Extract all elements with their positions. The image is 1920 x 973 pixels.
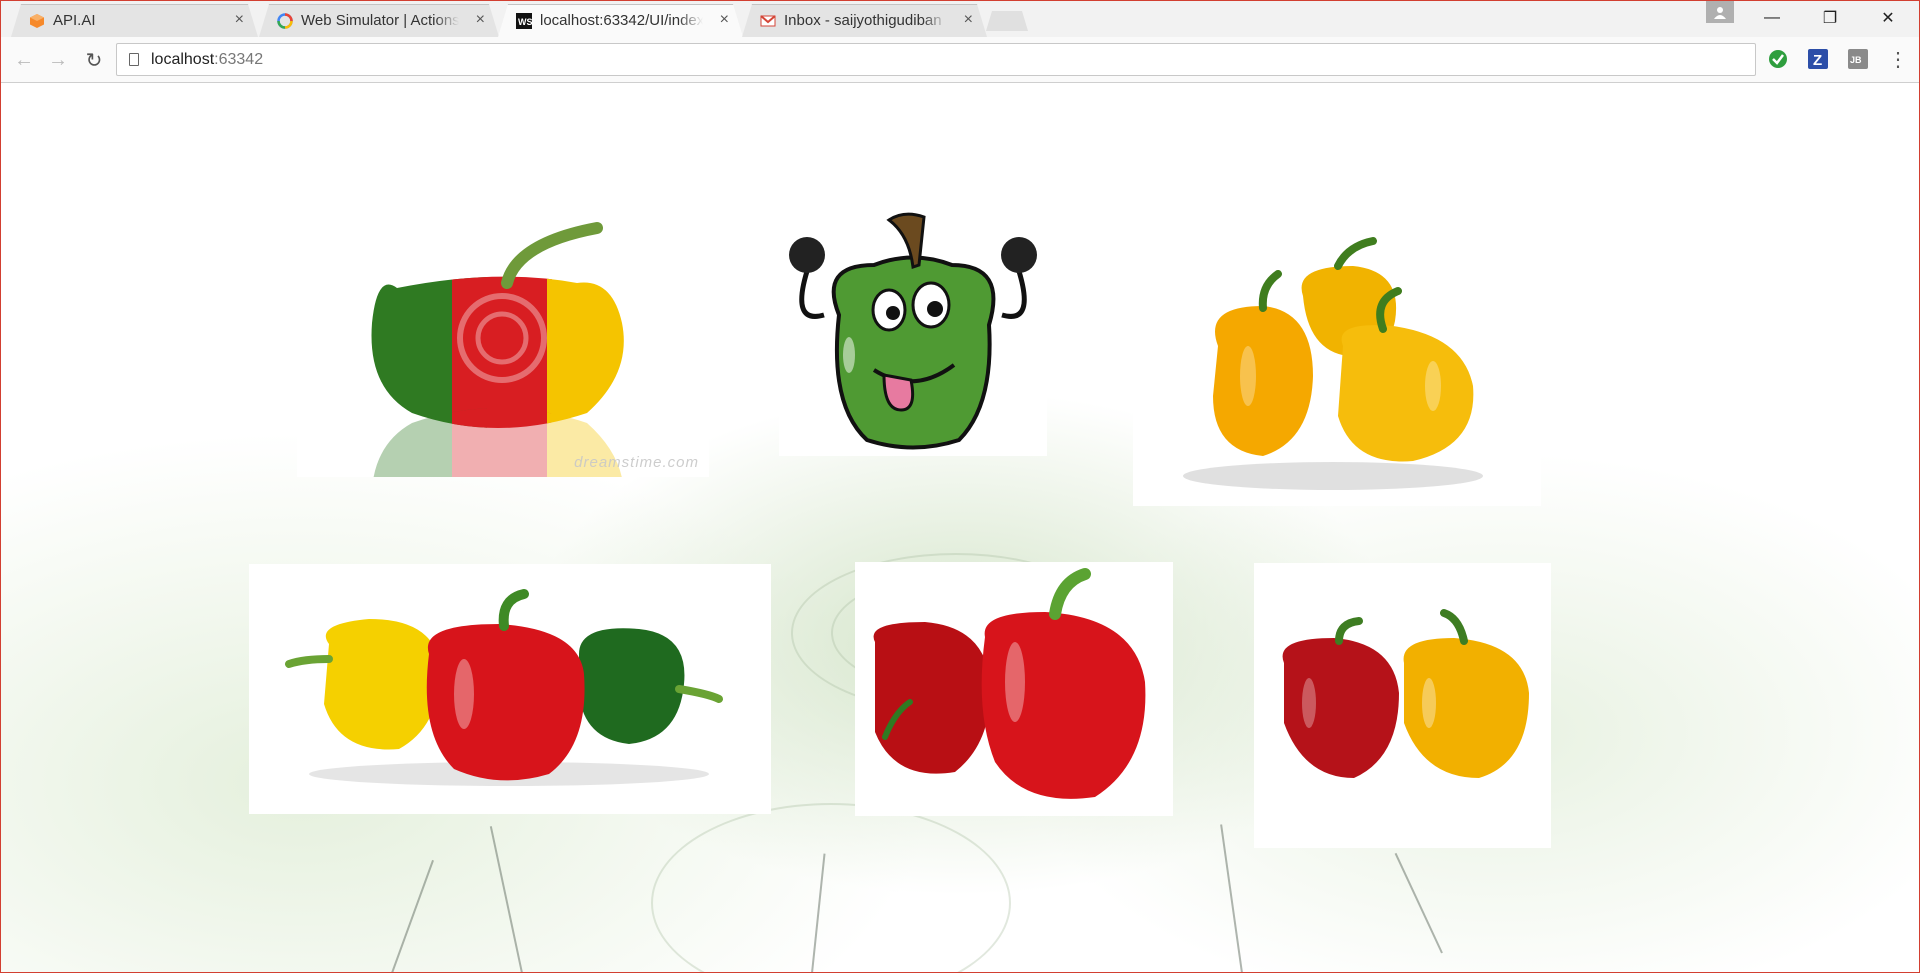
forward-button[interactable]: → (43, 45, 73, 75)
svg-text:Z: Z (1813, 52, 1822, 69)
checkmark-extension-icon[interactable] (1767, 48, 1789, 70)
close-tab-icon[interactable]: × (720, 11, 729, 29)
browser-window: API.AI × Web Simulator | Actions × WS lo… (0, 0, 1920, 973)
address-bar[interactable]: localhost:63342 (116, 43, 1756, 76)
pepper-image-red-yellow (1254, 563, 1551, 848)
api-ai-icon (29, 13, 45, 29)
new-tab-button[interactable] (986, 11, 1028, 31)
browser-toolbar: ← → ↻ localhost:63342 Z JB ⋮ (1, 37, 1919, 83)
gmail-icon (760, 13, 776, 29)
address-url[interactable]: localhost:63342 (151, 51, 263, 69)
background-stem (1220, 824, 1243, 972)
restore-button[interactable]: ❐ (1801, 1, 1859, 35)
jetbrains-extension-icon[interactable]: JB (1847, 48, 1869, 70)
page-info-icon[interactable] (129, 53, 139, 66)
tab-strip: API.AI × Web Simulator | Actions × WS lo… (1, 1, 1919, 37)
tab-web-simulator[interactable]: Web Simulator | Actions × (259, 4, 499, 37)
page-content: dreamstime.com (1, 83, 1919, 972)
tab-api-ai[interactable]: API.AI × (11, 4, 258, 37)
pepper-image-trio (249, 564, 771, 814)
background-stem (489, 826, 523, 972)
tab-title: Web Simulator | Actions (301, 12, 459, 29)
google-actions-icon (277, 13, 293, 29)
url-port: :63342 (214, 50, 264, 68)
tab-title: localhost:63342/UI/index (540, 12, 703, 29)
z-extension-icon[interactable]: Z (1807, 48, 1829, 70)
reload-button[interactable]: ↻ (79, 45, 109, 75)
close-tab-icon[interactable]: × (235, 11, 244, 29)
background-ripple (651, 803, 1011, 972)
close-tab-icon[interactable]: × (476, 11, 485, 29)
image-watermark: dreamstime.com (574, 454, 699, 471)
tab-title: Inbox - saijyothigudiban (784, 12, 942, 29)
svg-text:WS: WS (518, 17, 532, 27)
profile-avatar-icon[interactable] (1706, 1, 1734, 23)
pepper-image-cartoon (779, 205, 1047, 456)
background-stem (1394, 852, 1443, 954)
window-close-button[interactable]: ✕ (1859, 1, 1917, 35)
minimize-button[interactable]: — (1743, 1, 1801, 35)
pepper-image-tricolor: dreamstime.com (297, 173, 709, 477)
svg-text:JB: JB (1850, 55, 1862, 65)
chrome-menu-icon[interactable]: ⋮ (1887, 48, 1909, 71)
webstorm-icon: WS (516, 13, 532, 29)
pepper-image-red (855, 562, 1173, 816)
close-tab-icon[interactable]: × (964, 11, 973, 29)
background-stem (391, 859, 434, 972)
back-button[interactable]: ← (9, 45, 39, 75)
url-host: localhost (151, 50, 215, 68)
tab-title: API.AI (53, 12, 96, 29)
tab-localhost[interactable]: WS localhost:63342/UI/index × (498, 4, 743, 37)
pepper-image-yellow (1133, 226, 1541, 506)
tab-gmail-inbox[interactable]: Inbox - saijyothigudiban × (742, 4, 987, 37)
